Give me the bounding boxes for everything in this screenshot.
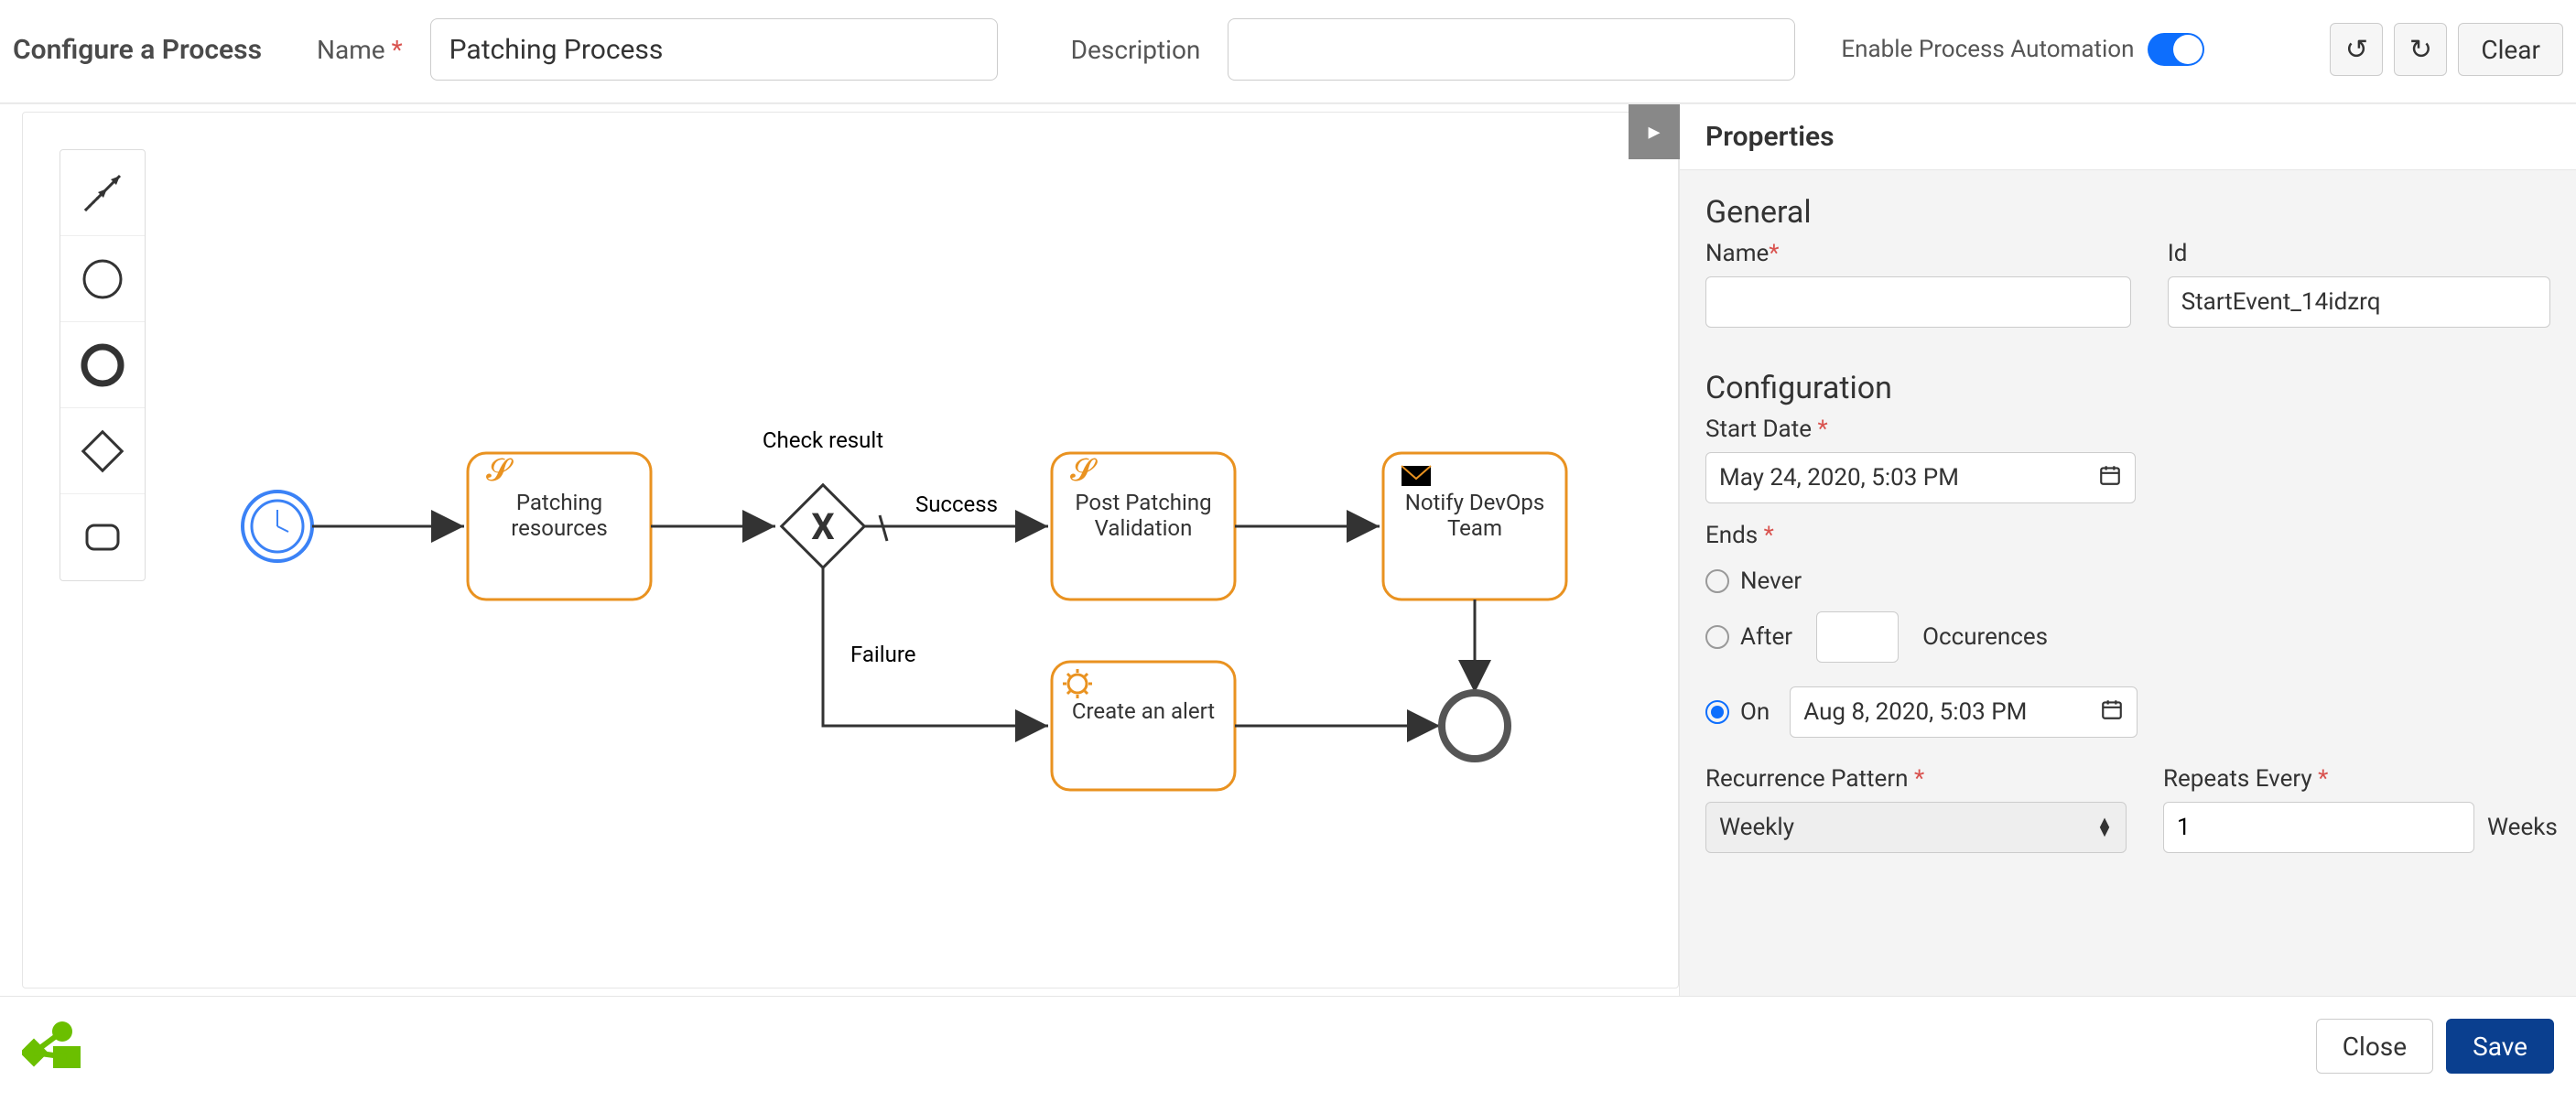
description-label: Description	[1071, 35, 1201, 65]
calendar-icon	[2100, 697, 2124, 728]
start-date-label: Start Date *	[1705, 416, 2550, 443]
ends-on-date-value: Aug 8, 2020, 5:03 PM	[1803, 698, 2027, 726]
property-name-input[interactable]	[1705, 276, 2131, 328]
collapse-properties-button[interactable]: ▸	[1629, 104, 1680, 159]
process-description-input[interactable]	[1228, 18, 1795, 81]
save-button[interactable]: Save	[2446, 1019, 2554, 1074]
ends-after-option[interactable]: After Occurences	[1680, 611, 2576, 686]
process-canvas[interactable]: 𝓢 Patching resources X Check result Succ…	[22, 112, 1679, 989]
task-label: Notify DevOps Team	[1392, 490, 1557, 541]
undo-icon: ↺	[2345, 34, 2368, 66]
start-date-value: May 24, 2020, 5:03 PM	[1719, 464, 1959, 492]
envelope-icon	[1402, 466, 1431, 486]
ends-after-label: After	[1740, 623, 1792, 651]
gateway-check-result[interactable]: X	[782, 485, 865, 568]
ends-on-label: On	[1740, 698, 1770, 726]
repeats-unit: Weeks	[2487, 814, 2558, 841]
ends-never-label: Never	[1740, 567, 1802, 595]
end-event-node[interactable]	[1442, 693, 1508, 759]
task-label: Post Patching Validation	[1061, 490, 1226, 541]
process-name-input[interactable]	[430, 18, 998, 81]
configuration-section-title: Configuration	[1680, 346, 2576, 416]
bpmn-diagram: 𝓢 Patching resources X Check result Succ…	[23, 113, 1678, 988]
task-create-alert[interactable]: Create an alert	[1052, 662, 1235, 790]
recurrence-value: Weekly	[1719, 814, 1794, 841]
property-id-label: Id	[2168, 240, 2550, 267]
name-label: Name *	[317, 35, 403, 65]
property-name-label: Name*	[1705, 240, 2131, 267]
property-id-input[interactable]	[2168, 276, 2550, 328]
brand-logo-icon	[22, 1021, 86, 1072]
repeats-input[interactable]	[2163, 802, 2474, 853]
properties-panel: ▸ Properties General Name* Id Configurat…	[1679, 104, 2576, 996]
script-icon: 𝓢	[486, 452, 514, 489]
properties-header: Properties	[1680, 104, 2576, 170]
redo-button[interactable]: ↻	[2394, 23, 2447, 76]
page-title: Configure a Process	[13, 34, 262, 66]
flow-success-label: Success	[915, 492, 998, 517]
automation-label: Enable Process Automation	[1841, 36, 2134, 63]
start-event-node[interactable]	[243, 492, 312, 561]
task-label: Patching resources	[477, 490, 642, 541]
recurrence-select[interactable]: Weekly ▲▼	[1705, 802, 2127, 853]
occurrences-label: Occurences	[1922, 623, 2048, 651]
task-patching-resources[interactable]: 𝓢 Patching resources	[468, 452, 651, 600]
flow-failure-label: Failure	[850, 642, 915, 667]
ends-label: Ends *	[1705, 522, 2550, 549]
radio-icon	[1705, 625, 1729, 649]
calendar-icon	[2098, 463, 2122, 493]
main: 𝓢 Patching resources X Check result Succ…	[0, 103, 2576, 997]
redo-icon: ↻	[2409, 34, 2432, 66]
automation-toggle[interactable]	[2148, 33, 2204, 66]
radio-icon	[1705, 700, 1729, 724]
start-date-input[interactable]: May 24, 2020, 5:03 PM	[1705, 452, 2136, 503]
top-actions: ↺ ↻ Clear	[2330, 23, 2563, 76]
recurrence-label: Recurrence Pattern *	[1705, 765, 2127, 793]
close-button[interactable]: Close	[2316, 1019, 2433, 1074]
ends-on-date-input[interactable]: Aug 8, 2020, 5:03 PM	[1790, 686, 2138, 738]
svg-text:X: X	[811, 505, 834, 548]
occurrences-input[interactable]	[1816, 611, 1899, 663]
task-post-patching-validation[interactable]: 𝓢 Post Patching Validation	[1052, 452, 1235, 600]
task-label: Create an alert	[1061, 698, 1226, 724]
radio-icon	[1705, 569, 1729, 593]
ends-never-option[interactable]: Never	[1680, 567, 2576, 611]
gateway-label: Check result	[763, 427, 883, 453]
footer: Close Save	[0, 997, 2576, 1096]
select-arrows-icon: ▲▼	[2096, 818, 2113, 837]
undo-button[interactable]: ↺	[2330, 23, 2383, 76]
top-bar: Configure a Process Name * Description E…	[0, 0, 2576, 103]
automation-toggle-wrap: Enable Process Automation	[1841, 33, 2203, 66]
clear-button[interactable]: Clear	[2458, 23, 2563, 76]
script-icon: 𝓢	[1070, 452, 1098, 489]
flow-success[interactable]	[863, 515, 1048, 541]
task-notify-devops[interactable]: Notify DevOps Team	[1383, 453, 1566, 600]
chevron-right-icon: ▸	[1648, 118, 1660, 146]
general-section-title: General	[1680, 170, 2576, 240]
repeats-label: Repeats Every *	[2163, 765, 2558, 793]
ends-on-option[interactable]: On Aug 8, 2020, 5:03 PM	[1680, 686, 2576, 765]
